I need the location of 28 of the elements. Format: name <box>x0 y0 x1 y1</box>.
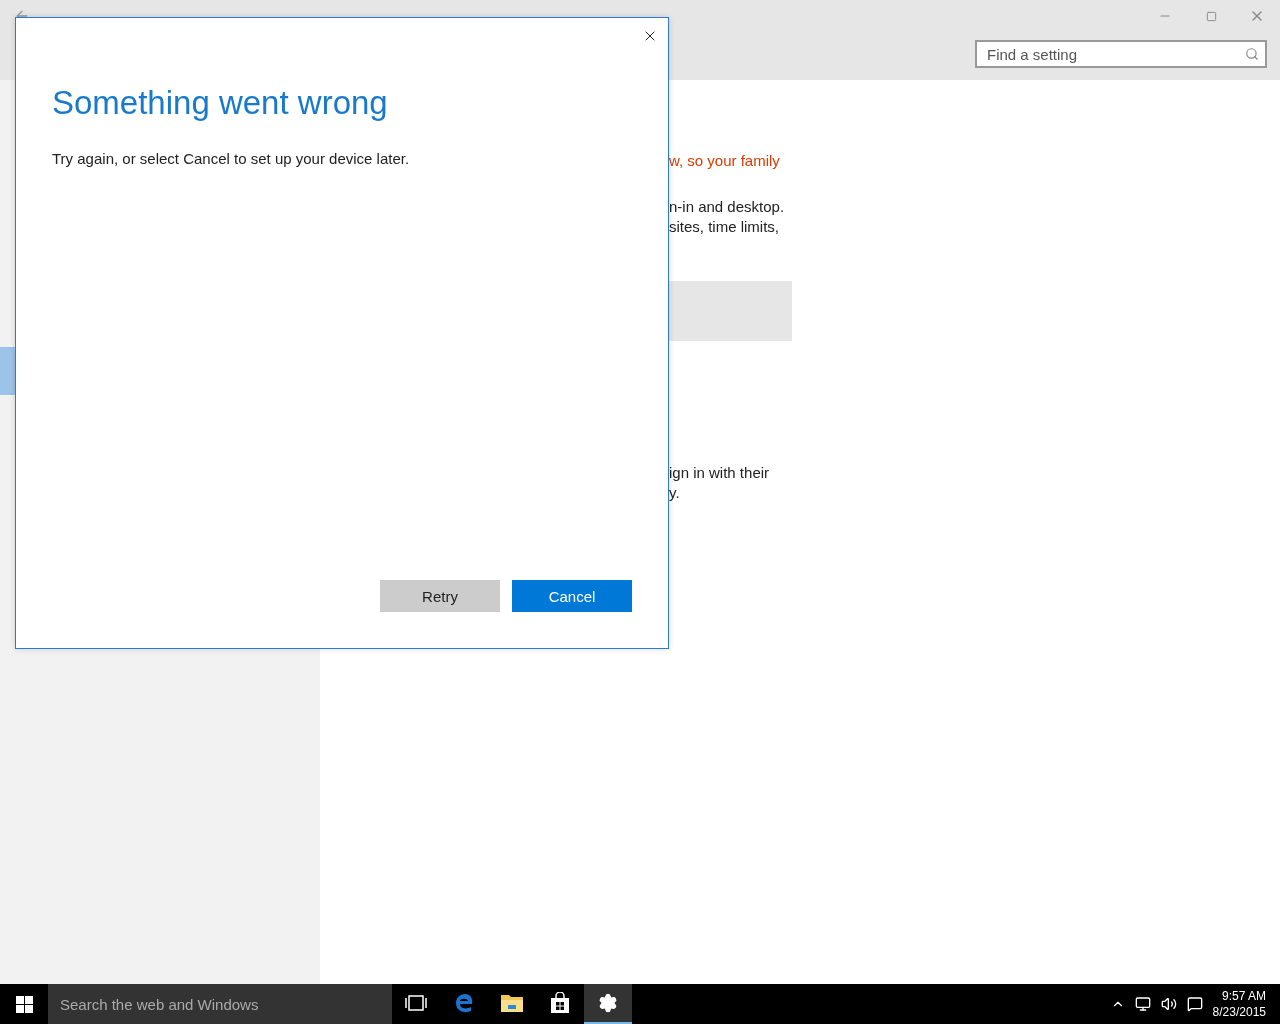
search-icon <box>1245 47 1259 61</box>
dialog-title: Something went wrong <box>52 84 389 122</box>
speaker-icon <box>1160 996 1177 1012</box>
search-field[interactable]: Find a setting <box>975 40 1267 68</box>
settings-icon <box>598 993 618 1013</box>
message-icon <box>1186 996 1203 1012</box>
volume-button[interactable] <box>1160 996 1177 1012</box>
secondary-button[interactable]: Retry <box>380 580 500 612</box>
action-center-button[interactable] <box>1186 996 1203 1012</box>
description-text: sites, time limits, <box>669 217 780 237</box>
warning-text: w, so your family <box>669 151 781 171</box>
task-view-icon <box>405 995 427 1011</box>
taskbar-search-field[interactable]: Search the web and Windows <box>48 984 392 1024</box>
store-bag-icon <box>550 992 570 1014</box>
clock-time: 9:57 AM <box>1221 988 1266 1004</box>
primary-button[interactable]: Cancel <box>512 580 632 612</box>
edge-icon <box>454 993 474 1013</box>
restore-icon <box>1205 10 1217 22</box>
windows-logo-icon <box>15 995 33 1013</box>
description-text: n-in and desktop. <box>669 197 786 217</box>
clock-date: 8/23/2015 <box>1212 1004 1266 1020</box>
description-text: y. <box>669 483 681 503</box>
dialog-message: Try again, or select Cancel to set up your device later. <box>52 150 411 167</box>
network-button[interactable] <box>1134 996 1151 1012</box>
monitor-icon <box>1134 996 1151 1012</box>
folder-icon <box>500 993 524 1013</box>
description-text: ign in with their <box>669 463 771 483</box>
taskbar-app-button[interactable] <box>584 984 632 1024</box>
